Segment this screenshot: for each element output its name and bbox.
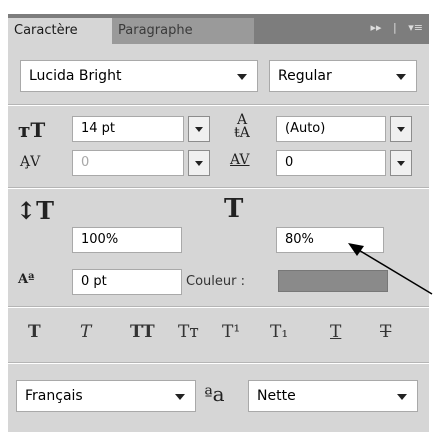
kerning-field[interactable]: 0 [72, 150, 184, 176]
font-size-value: 14 pt [81, 121, 116, 136]
superscript-button[interactable]: T¹ [222, 322, 240, 342]
font-size-field[interactable]: 14 pt [72, 116, 184, 142]
font-size-dropdown[interactable] [188, 116, 210, 142]
antialias-select[interactable]: Nette [248, 380, 418, 412]
panel-menu-icon[interactable]: ▾≡ [408, 21, 423, 34]
kerning-icon: A̧V [20, 154, 41, 170]
divider: | [393, 21, 397, 34]
underline-button[interactable]: T [330, 322, 341, 342]
language-value: Français [25, 388, 83, 404]
vertical-scale-icon: ↕T [16, 196, 54, 225]
font-size-icon: ᴛT [18, 118, 46, 142]
subscript-button[interactable]: T₁ [270, 322, 288, 342]
all-caps-button[interactable]: TT [130, 322, 155, 342]
separator [8, 187, 429, 189]
faux-italic-button[interactable]: T [80, 322, 91, 342]
font-style-value: Regular [278, 68, 332, 84]
kerning-value: 0 [81, 155, 90, 170]
tracking-field[interactable]: 0 [276, 150, 386, 176]
vertical-scale-value: 100% [81, 232, 119, 247]
tab-paragraphe[interactable]: Paragraphe [112, 18, 254, 44]
baseline-shift-icon: Aª [18, 272, 35, 287]
tracking-value: 0 [285, 155, 294, 170]
tracking-dropdown[interactable] [390, 150, 412, 176]
tab-bar-controls: ▸▸ | ▾≡ [362, 21, 423, 37]
leading-value: (Auto) [285, 121, 326, 136]
leading-dropdown[interactable] [390, 116, 412, 142]
font-family-value: Lucida Bright [29, 68, 122, 84]
collapse-panel-icon[interactable]: ▸▸ [370, 21, 381, 34]
separator [8, 104, 429, 106]
small-caps-button[interactable]: Tт [178, 322, 199, 342]
leading-icon: AŧA [234, 112, 250, 141]
language-select[interactable]: Français [16, 380, 196, 412]
chevron-down-icon [397, 394, 407, 400]
tab-caractere[interactable]: Caractère [8, 18, 124, 44]
horizontal-scale-icon: T [224, 194, 244, 224]
strikethrough-button[interactable]: T [380, 322, 391, 342]
separator [8, 362, 429, 364]
color-label: Couleur : [186, 274, 245, 289]
font-family-select[interactable]: Lucida Bright [20, 60, 258, 92]
panel-tab-bar: Caractère Paragraphe ▸▸ | ▾≡ [8, 14, 429, 44]
kerning-dropdown[interactable] [188, 150, 210, 176]
baseline-shift-field[interactable]: 0 pt [72, 269, 182, 295]
chevron-down-icon [396, 74, 406, 80]
leading-field[interactable]: (Auto) [276, 116, 386, 142]
antialias-icon: ªa [204, 382, 225, 406]
faux-bold-button[interactable]: T [28, 322, 41, 342]
baseline-shift-value: 0 pt [81, 274, 107, 289]
character-panel: Caractère Paragraphe ▸▸ | ▾≡ Lucida Brig… [0, 0, 436, 437]
separator [8, 306, 429, 308]
tracking-icon: AV [230, 152, 250, 168]
chevron-down-icon [237, 74, 247, 80]
vertical-scale-field[interactable]: 100% [72, 227, 182, 253]
antialias-value: Nette [257, 388, 296, 404]
horizontal-scale-value: 80% [285, 232, 314, 247]
annotation-arrow [348, 243, 433, 295]
font-style-select[interactable]: Regular [269, 60, 417, 92]
chevron-down-icon [175, 394, 185, 400]
